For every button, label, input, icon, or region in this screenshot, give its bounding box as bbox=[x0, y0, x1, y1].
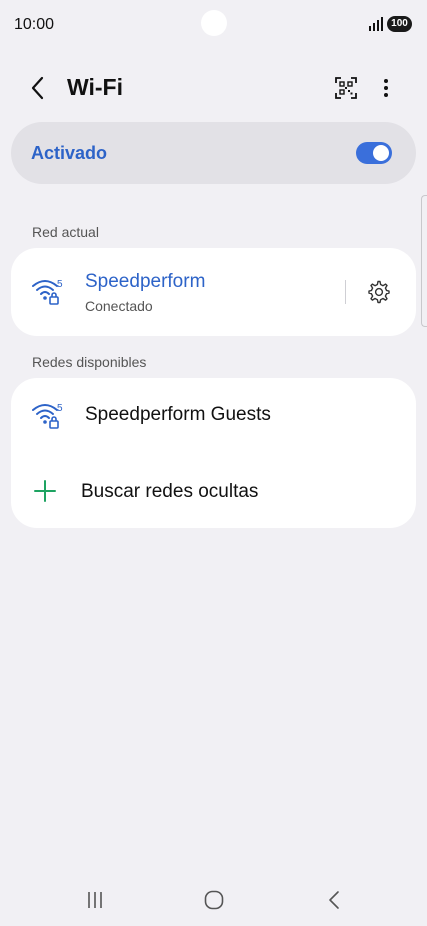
signal-icon bbox=[369, 17, 383, 31]
current-network-name: Speedperform bbox=[85, 271, 206, 292]
band-label: 5 bbox=[57, 279, 63, 290]
home-button[interactable] bbox=[194, 884, 234, 916]
system-nav-bar bbox=[0, 872, 427, 926]
battery-indicator: 100 bbox=[387, 16, 412, 32]
wifi-switch[interactable] bbox=[356, 142, 392, 164]
network-settings-button[interactable] bbox=[363, 276, 395, 308]
wifi-lock-icon: 5 bbox=[32, 403, 63, 429]
wifi-lock-icon: 5 bbox=[32, 279, 63, 305]
app-bar: Wi-Fi bbox=[0, 62, 427, 114]
nav-back-button[interactable] bbox=[314, 884, 354, 916]
status-bar: 10:00 100 bbox=[0, 0, 427, 50]
search-hidden-networks-button[interactable]: Buscar redes ocultas bbox=[11, 454, 416, 528]
qr-code-icon bbox=[335, 77, 357, 99]
back-button[interactable] bbox=[22, 72, 54, 104]
qr-code-button[interactable] bbox=[330, 72, 362, 104]
current-network-status: Conectado bbox=[85, 298, 153, 314]
gear-icon bbox=[368, 280, 390, 304]
band-label: 5 bbox=[57, 403, 63, 414]
section-current-network: Red actual bbox=[32, 224, 99, 240]
switch-knob bbox=[373, 145, 389, 161]
search-hidden-networks-label: Buscar redes ocultas bbox=[81, 481, 259, 502]
current-network-card[interactable]: 5 Speedperform Conectado bbox=[11, 248, 416, 336]
network-item[interactable]: 5 Speedperform Guests bbox=[11, 378, 416, 452]
page-title: Wi-Fi bbox=[67, 74, 123, 100]
scroll-indicator[interactable] bbox=[421, 195, 427, 327]
more-vertical-icon bbox=[384, 79, 388, 97]
network-name: Speedperform Guests bbox=[85, 404, 271, 425]
home-icon bbox=[204, 890, 224, 910]
status-time: 10:00 bbox=[14, 16, 55, 33]
section-available-networks: Redes disponibles bbox=[32, 354, 147, 370]
more-options-button[interactable] bbox=[370, 72, 402, 104]
camera-cutout bbox=[201, 10, 227, 36]
divider bbox=[345, 280, 346, 304]
wifi-toggle-label: Activado bbox=[31, 143, 108, 163]
recents-button[interactable] bbox=[75, 884, 115, 916]
wifi-toggle-row[interactable]: Activado bbox=[11, 122, 416, 184]
recents-icon bbox=[88, 892, 102, 908]
plus-icon bbox=[34, 480, 56, 502]
available-networks-card: 5 Speedperform Guests Buscar redes ocult… bbox=[11, 378, 416, 528]
back-icon bbox=[31, 76, 44, 100]
nav-back-icon bbox=[329, 891, 339, 909]
